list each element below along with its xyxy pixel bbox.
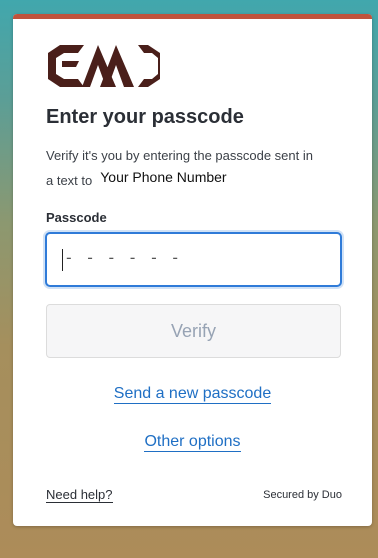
card-accent-bar — [13, 14, 372, 19]
send-new-passcode-link[interactable]: Send a new passcode — [113, 385, 272, 404]
instructions-line-1: Verify it's you by entering the passcode… — [46, 148, 313, 163]
other-options-row: Other options — [13, 433, 372, 452]
instructions-line-2: a text to Your Phone Number — [46, 168, 346, 193]
other-options-link[interactable]: Other options — [144, 433, 241, 452]
send-new-passcode-row: Send a new passcode — [13, 385, 372, 404]
phone-number: Your Phone Number — [100, 169, 227, 185]
passcode-label: Passcode — [46, 210, 107, 225]
verify-button[interactable]: Verify — [46, 304, 341, 358]
passcode-input[interactable]: - - - - - - — [45, 232, 342, 287]
passcode-placeholder: - - - - - - — [64, 248, 181, 267]
need-help-link[interactable]: Need help? — [46, 488, 113, 503]
secured-by-text: Secured by Duo — [263, 489, 342, 501]
text-cursor — [62, 249, 63, 271]
instructions-line-2-text: a text to — [46, 173, 93, 188]
login-card: Enter your passcode Verify it's you by e… — [13, 14, 372, 526]
instructions-text: Verify it's you by entering the passcode… — [46, 144, 346, 193]
brand-logo — [48, 45, 160, 87]
page-title: Enter your passcode — [46, 106, 244, 128]
